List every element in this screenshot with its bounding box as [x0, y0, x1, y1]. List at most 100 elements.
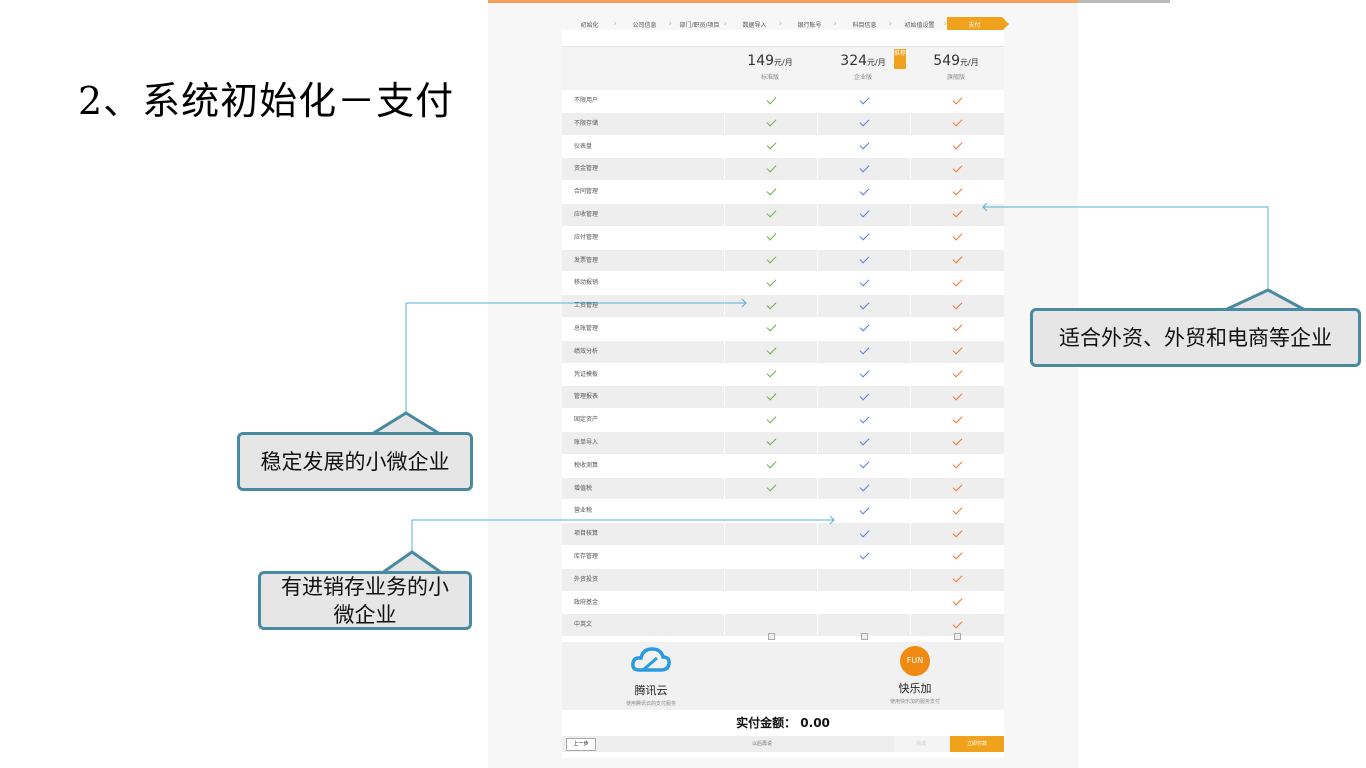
- fun-desc: 使用快乐加的服务支付: [889, 699, 940, 705]
- feature-cell: [724, 431, 817, 453]
- check-icon: [952, 94, 962, 104]
- fun-logo-icon: FUN: [900, 646, 930, 676]
- feature-cell: [910, 90, 1003, 111]
- feature-cell: [817, 112, 910, 134]
- feature-cell: [817, 591, 910, 613]
- check-icon: [859, 139, 869, 150]
- feature-cell: [910, 409, 1003, 431]
- feature-cell: [910, 477, 1003, 499]
- amount-label: 实付金额：: [736, 716, 797, 730]
- feature-name: 应收管理: [574, 210, 599, 218]
- feature-cell: [910, 203, 1003, 225]
- feature-name: 绩效分析: [574, 347, 599, 355]
- check-icon: [952, 162, 962, 173]
- check-icon: [859, 185, 869, 196]
- check-icon: [952, 549, 962, 560]
- feature-cell: [817, 272, 910, 294]
- step-department[interactable]: 部门/职员/项目: [672, 17, 727, 31]
- feature-table: 不限用户 不限存储 仪表盘 资金管理 合同管理 应收管理 应付管理 发票管理 移动报销 工资管理总…: [562, 90, 1004, 660]
- check-icon: [859, 458, 869, 469]
- step-company[interactable]: 公司信息: [617, 17, 672, 31]
- plan-checkbox-flagship[interactable]: [954, 633, 961, 640]
- check-icon: [952, 481, 962, 492]
- feature-cell: [817, 477, 910, 499]
- check-icon: [859, 549, 869, 560]
- plan-checkbox-standard[interactable]: [768, 633, 775, 640]
- feature-cell: [910, 340, 1003, 362]
- feature-cell: [817, 90, 910, 111]
- check-icon: [766, 94, 776, 104]
- feature-name: 不限用户: [574, 97, 599, 104]
- check-icon: [766, 230, 776, 241]
- check-icon: [952, 185, 962, 196]
- feature-name: 外资投资: [574, 575, 599, 583]
- feature-row: 固定资产: [562, 409, 1004, 432]
- step-init[interactable]: 初始化: [562, 17, 617, 31]
- check-icon: [859, 94, 869, 104]
- check-icon: [859, 527, 869, 538]
- check-icon: [766, 162, 776, 173]
- feature-cell: [724, 454, 817, 476]
- pay-now-button[interactable]: 立即付款: [950, 736, 1004, 752]
- later-link[interactable]: 以后再说: [752, 740, 772, 747]
- step-subject[interactable]: 科目信息: [837, 17, 892, 31]
- feature-cell: [724, 545, 817, 567]
- fun-pay-option[interactable]: FUN 快乐加 使用快乐加的服务支付: [870, 646, 960, 705]
- feature-cell: [724, 591, 817, 613]
- feature-row: 移动报销: [562, 272, 1004, 296]
- tencent-pay-option[interactable]: 腾讯云 使用腾讯云的支付服务: [606, 646, 696, 707]
- check-icon: [952, 413, 962, 424]
- feature-row: 工资管理: [562, 295, 1004, 318]
- feature-cell: [724, 90, 817, 111]
- plan-flagship[interactable]: 549元/月 旗舰版: [910, 47, 1002, 91]
- check-icon: [952, 276, 962, 287]
- feature-cell: [910, 295, 1003, 317]
- plan-enterprise[interactable]: 324元/月 企业版 推荐: [817, 47, 909, 91]
- plan-standard[interactable]: 149元/月 标准版: [724, 47, 816, 91]
- step-initial[interactable]: 初始值设置: [892, 17, 947, 31]
- check-icon: [859, 367, 869, 378]
- feature-cell: [817, 135, 910, 157]
- feature-cell: [724, 568, 817, 590]
- feature-cell: [910, 181, 1003, 203]
- payment-methods: 腾讯云 使用腾讯云的支付服务 FUN 快乐加 使用快乐加的服务支付: [562, 642, 1004, 710]
- check-icon: [766, 413, 776, 424]
- check-icon: [952, 116, 962, 127]
- feature-cell: [817, 454, 910, 476]
- feature-row: 总账管理: [562, 317, 1004, 341]
- feature-cell: [910, 249, 1003, 271]
- step-bank[interactable]: 银行账号: [782, 17, 837, 31]
- feature-cell: [910, 386, 1003, 408]
- feature-row: 中英文: [562, 614, 1004, 638]
- check-icon: [952, 595, 962, 606]
- feature-cell: [910, 272, 1003, 294]
- check-icon: [766, 208, 776, 218]
- check-icon: [766, 344, 776, 355]
- prev-step-button[interactable]: 上一步: [566, 738, 596, 751]
- check-icon: [952, 390, 962, 401]
- feature-cell: [910, 226, 1003, 248]
- feature-cell: [724, 386, 817, 408]
- check-icon: [766, 299, 776, 310]
- feature-row: 应收管理: [562, 203, 1004, 227]
- feature-row: 库存管理: [562, 545, 1004, 569]
- plan-name: 旗舰版: [946, 74, 965, 81]
- check-icon: [766, 276, 776, 287]
- feature-name: 发票管理: [574, 256, 599, 264]
- check-icon: [952, 458, 962, 469]
- tencent-desc: 使用腾讯云的支付服务: [625, 701, 676, 707]
- feature-cell: [910, 112, 1003, 134]
- step-payment[interactable]: 支付: [947, 17, 1009, 31]
- feature-cell: [817, 363, 910, 385]
- feature-cell: [724, 203, 817, 225]
- check-icon: [859, 390, 869, 401]
- finish-button[interactable]: 完成: [894, 736, 948, 752]
- plan-checkbox-enterprise[interactable]: [861, 633, 868, 640]
- callout-small-business: 稳定发展的小微企业: [237, 432, 473, 491]
- tencent-cloud-icon: [631, 647, 671, 672]
- check-icon: [766, 367, 776, 378]
- step-import[interactable]: 数据导入: [727, 17, 782, 31]
- check-icon: [952, 367, 962, 378]
- feature-cell: [724, 249, 817, 271]
- feature-cell: [817, 317, 910, 339]
